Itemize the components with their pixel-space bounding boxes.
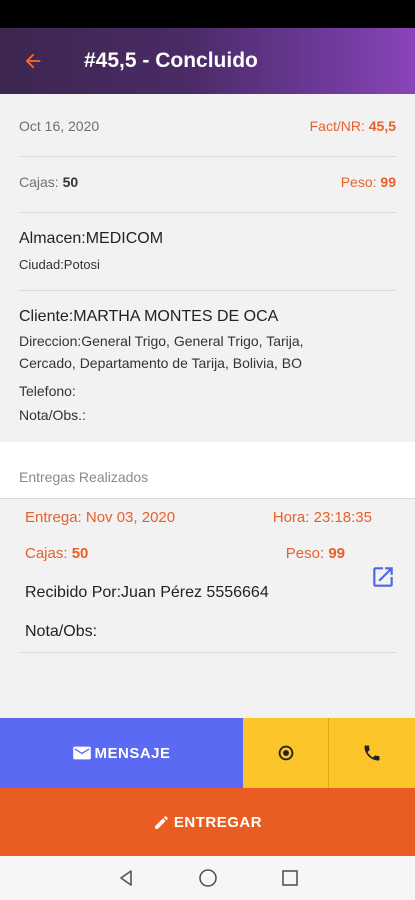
app-bar: #45,5 - Concluido [0, 28, 415, 94]
nav-back-icon[interactable] [116, 868, 136, 888]
cajas-peso-row: Cajas: 50 Peso: 99 [19, 174, 396, 190]
delivery-nota: Nota/Obs: [25, 623, 98, 640]
phone-icon [364, 745, 380, 761]
delivery-peso-label: Peso: [285, 545, 325, 562]
open-external-button[interactable] [370, 564, 396, 590]
cajas-label: Cajas: [19, 174, 59, 190]
system-nav-bar [0, 856, 415, 900]
action-bar: MENSAJE [0, 718, 415, 788]
divider [0, 498, 415, 499]
cajas: Cajas: 50 [19, 174, 78, 190]
recibido-por: Recibido Por:Juan Pérez 5556664 [25, 584, 269, 601]
status-bar [0, 0, 415, 28]
location-target-icon [278, 745, 293, 761]
back-button[interactable] [0, 28, 66, 94]
open-external-icon [373, 567, 393, 587]
pencil-icon [155, 815, 168, 829]
ciudad: Ciudad:Potosi [19, 257, 100, 272]
arrow-left-icon [25, 53, 41, 69]
nav-recents-icon[interactable] [280, 868, 300, 888]
divider [19, 212, 396, 213]
date-row: Oct 16, 2020 Fact/NR: 45,5 [19, 118, 396, 134]
divider [19, 156, 396, 157]
peso-value: 99 [380, 174, 396, 190]
peso-label: Peso: [340, 174, 377, 190]
order-details: Oct 16, 2020 Fact/NR: 45,5 Cajas: 50 Pes… [0, 94, 415, 718]
divider [19, 290, 396, 291]
nav-home-icon[interactable] [198, 868, 218, 888]
page-title: #45,5 - Concluido [84, 49, 258, 72]
delivery-time: Hora: 23:18:35 [272, 509, 372, 526]
delivery-date: Entrega: Nov 03, 2020 [25, 509, 176, 526]
mensaje-label: MENSAJE [94, 744, 171, 762]
almacen: Almacen:MEDICOM [19, 230, 164, 247]
cliente: Cliente:MARTHA MONTES DE OCA [19, 308, 279, 325]
delivery-peso: Peso: 99 [286, 545, 345, 562]
entregar-label: ENTREGAR [173, 813, 263, 831]
location-button[interactable] [243, 718, 329, 788]
mail-icon [73, 746, 92, 760]
order-date: Oct 16, 2020 [19, 118, 100, 134]
fact-nr: Fact/NR: 45,5 [310, 118, 396, 134]
peso: Peso: 99 [341, 174, 396, 190]
delivery-date-row: Entrega: Nov 03, 2020 Hora: 23:18:35 [25, 509, 390, 526]
delivery-cajas-peso-row: Cajas: 50 Peso: 99 [25, 545, 390, 562]
entregar-button[interactable]: ENTREGAR [0, 788, 415, 856]
nota-obs: Nota/Obs.: [19, 407, 86, 423]
deliveries-header: Entregas Realizados [0, 442, 415, 498]
delivery-cajas: Cajas: 50 [25, 545, 88, 562]
fact-value: 45,5 [368, 118, 396, 134]
mensaje-button[interactable]: MENSAJE [0, 718, 243, 788]
delivery-peso-value: 99 [328, 545, 345, 562]
call-button[interactable] [329, 718, 415, 788]
delivery-cajas-label: Cajas: [25, 545, 68, 562]
section-label: Entregas Realizados [19, 469, 149, 485]
cajas-value: 50 [62, 174, 79, 190]
delivery-cajas-value: 50 [71, 545, 89, 562]
telefono: Telefono: [19, 383, 76, 399]
fact-label: Fact/NR: [309, 118, 365, 134]
direccion: Direccion:General Trigo, General Trigo, … [19, 333, 304, 371]
divider [19, 652, 396, 653]
